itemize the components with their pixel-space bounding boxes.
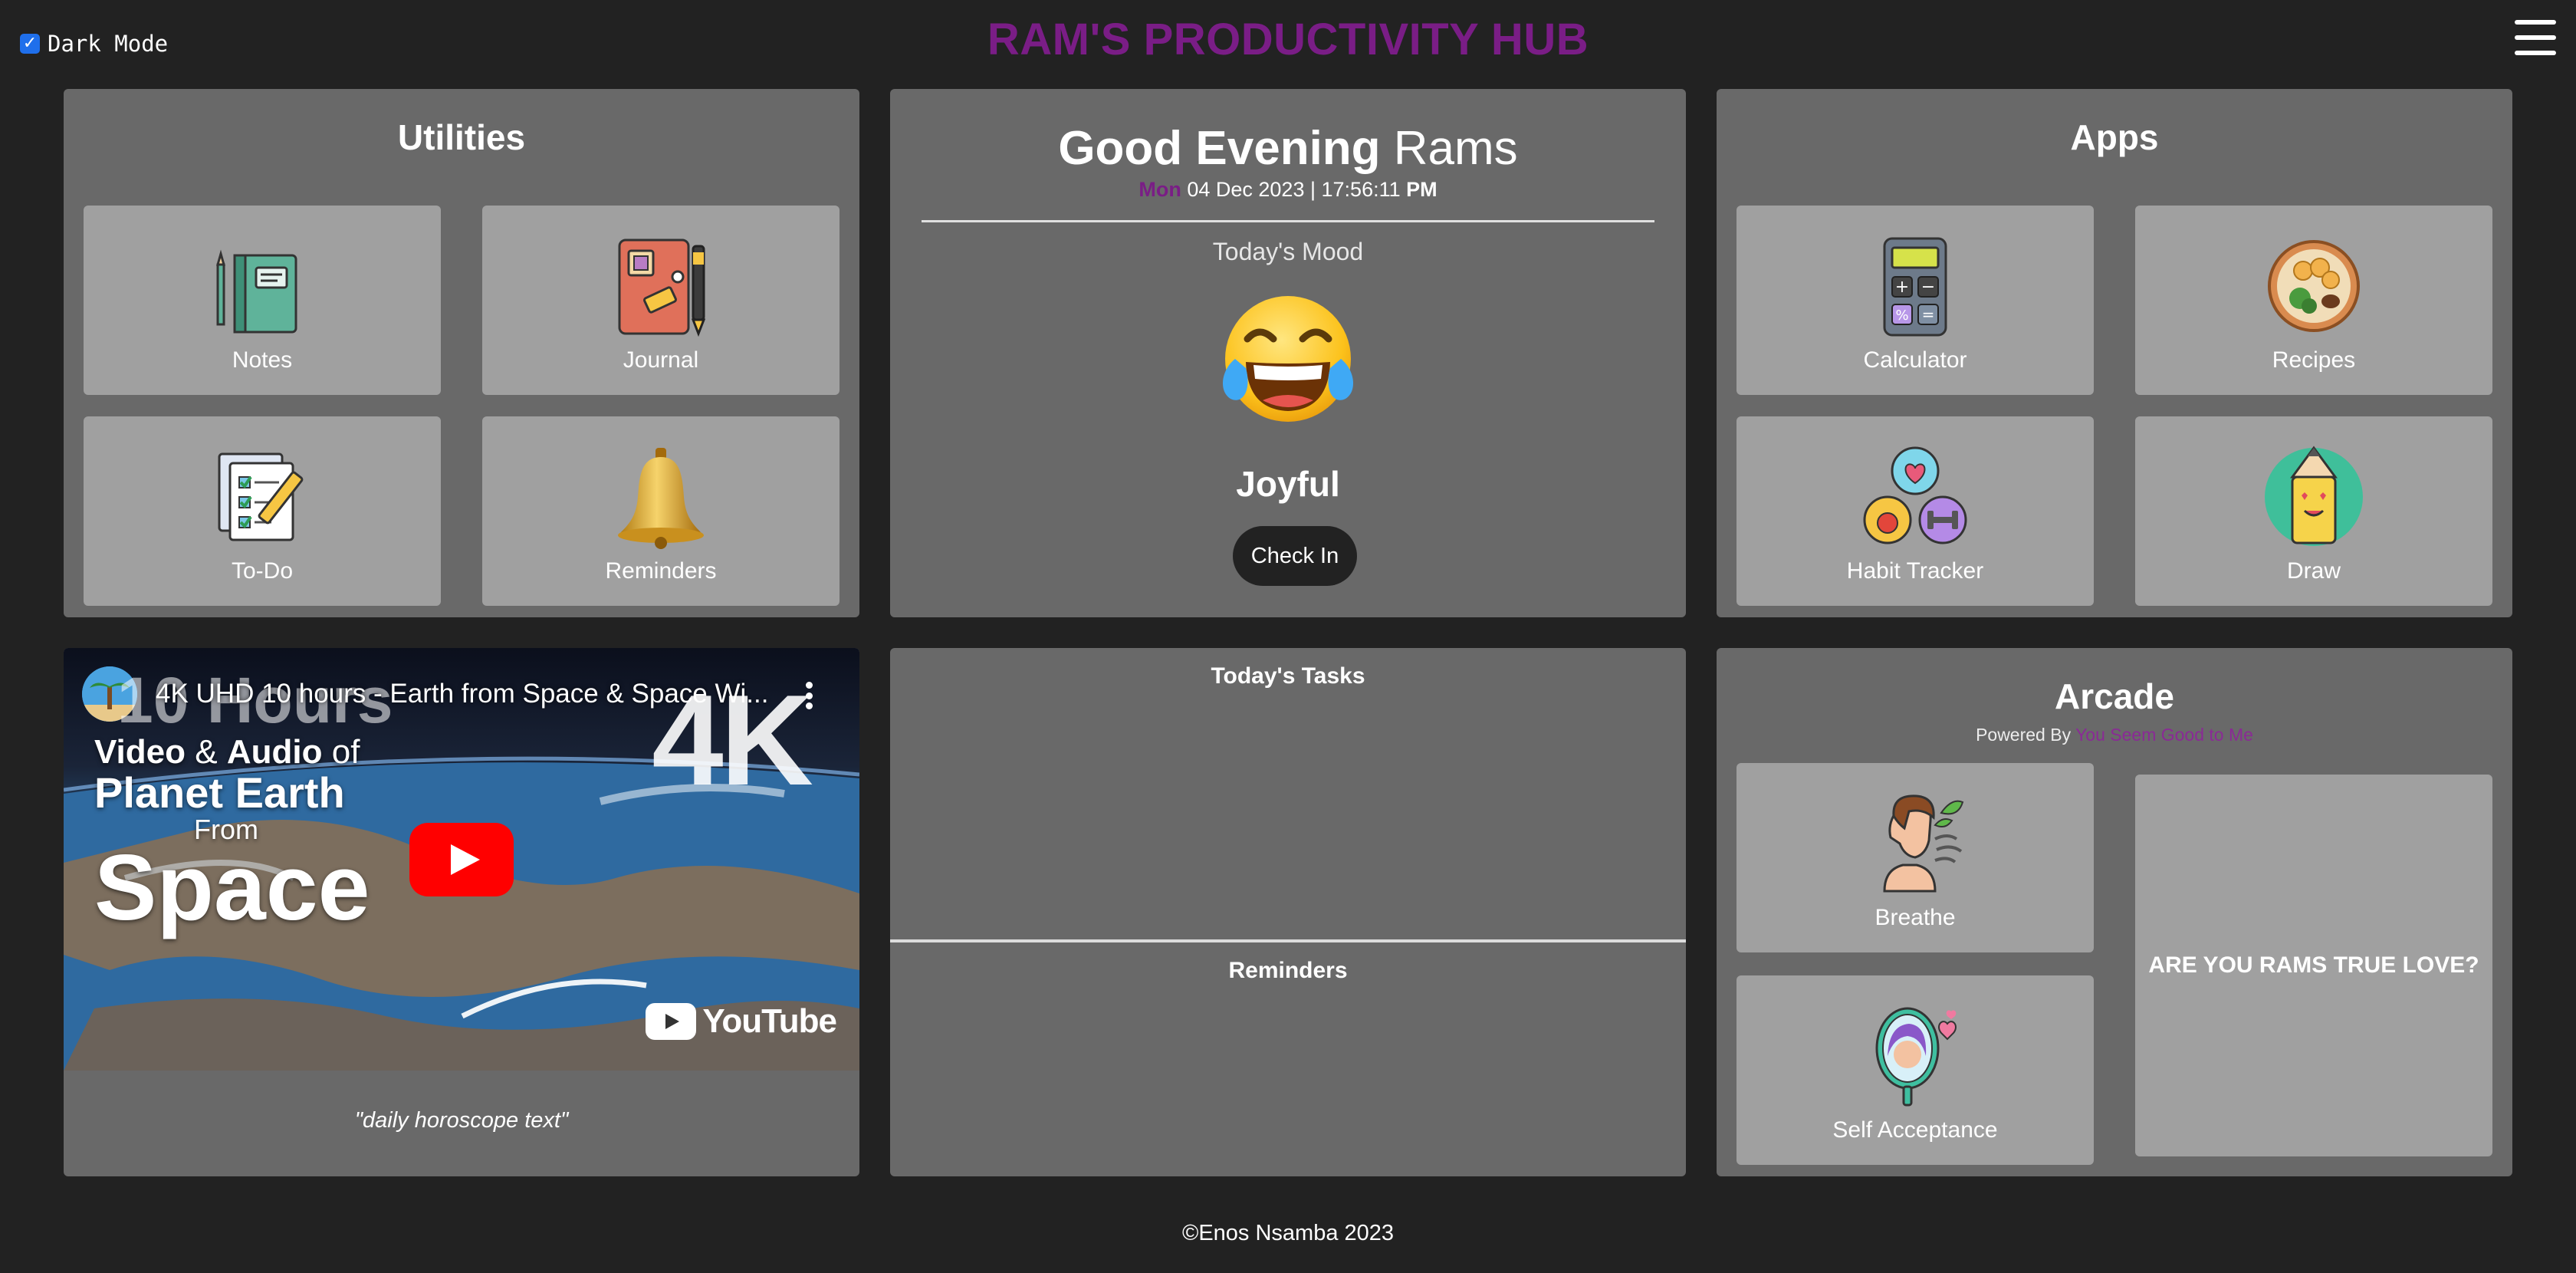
draw-tile[interactable]: Draw: [2135, 416, 2492, 606]
notebook-icon: [216, 249, 297, 334]
date-separator: |: [1309, 178, 1316, 201]
powered-by-prefix: Powered By: [1976, 725, 2072, 745]
mood-label: Joyful: [1236, 464, 1340, 504]
habit-tracker-label: Habit Tracker: [1846, 558, 1984, 584]
apps-title: Apps: [2070, 117, 2159, 157]
youtube-wordmark: YouTube: [702, 1002, 837, 1040]
powered-by-link[interactable]: You Seem Good to Me: [2075, 725, 2253, 745]
todo-tile[interactable]: To-Do: [84, 416, 441, 606]
check-in-button[interactable]: Check In: [1233, 526, 1357, 586]
svg-text:=: =: [1922, 305, 1935, 324]
footer-copyright: ©Enos Nsamba 2023: [1181, 1221, 1395, 1245]
am-pm: PM: [1406, 178, 1438, 201]
todays-tasks-title: Today's Tasks: [1211, 663, 1365, 689]
video-panel: 10 Hours 4K UHD 10 hours - Earth from Sp…: [64, 648, 859, 1176]
youtube-logo[interactable]: YouTube: [646, 1002, 837, 1041]
journal-tile[interactable]: Journal: [482, 206, 840, 395]
mood-title: Today's Mood: [1212, 238, 1364, 265]
draw-label: Draw: [2286, 558, 2341, 584]
powered-by: Powered By You Seem Good to Me: [1717, 725, 2512, 745]
recipes-tile[interactable]: Recipes: [2135, 206, 2492, 395]
greeting-salutation: Good Evening: [1058, 122, 1381, 175]
breathe-icon: [1883, 794, 1964, 893]
headline-space: Space: [94, 835, 370, 940]
mirror-icon: [1875, 1007, 1957, 1107]
greeting-heading: Good Evening Rams: [890, 121, 1686, 176]
headline-of: of: [331, 733, 360, 771]
youtube-icon: [646, 1003, 697, 1040]
video-4k-badge: 4K: [652, 668, 813, 812]
utilities-panel: Utilities Notes Journal To-Do Reminders: [64, 89, 859, 617]
svg-text:%: %: [1895, 308, 1908, 324]
horoscope-text: "daily horoscope text": [354, 1108, 569, 1133]
video-headline: Video & Audio of Planet Earth From Space: [94, 733, 370, 940]
youtube-embed[interactable]: 10 Hours 4K UHD 10 hours - Earth from Sp…: [64, 648, 859, 1071]
svg-text:+: +: [1895, 278, 1909, 297]
date-value: 04 Dec 2023: [1187, 178, 1305, 201]
pencil-face-icon: [2265, 446, 2363, 546]
checklist-icon: [218, 452, 304, 541]
headline-planet-earth: Planet Earth: [94, 768, 345, 817]
greeting-divider: [922, 220, 1654, 222]
arcade-title: Arcade: [2055, 676, 2174, 716]
calculator-label: Calculator: [1863, 347, 1967, 373]
notes-label: Notes: [232, 347, 293, 373]
day-of-week: Mon: [1138, 178, 1181, 201]
self-acceptance-tile[interactable]: Self Acceptance: [1737, 975, 2094, 1165]
headline-audio: Audio: [226, 733, 323, 771]
tasks-panel: Today's Tasks Reminders: [890, 648, 1686, 1176]
todo-label: To-Do: [231, 558, 294, 584]
breathe-tile[interactable]: Breathe: [1737, 763, 2094, 952]
utilities-title: Utilities: [397, 117, 526, 157]
calculator-tile[interactable]: + − % = Calculator: [1737, 206, 2094, 395]
headline-video: Video: [94, 733, 186, 771]
reminders-title: Reminders: [1228, 958, 1348, 983]
tasks-divider: [890, 939, 1686, 942]
apps-panel: Apps + − % = Calculator Recipes Habit Tr…: [1717, 89, 2512, 617]
breathe-label: Breathe: [1875, 905, 1956, 930]
food-bowl-icon: [2268, 240, 2360, 332]
true-love-tile[interactable]: ARE YOU RAMS TRUE LOVE?: [2135, 775, 2492, 1156]
journal-icon: [618, 238, 706, 337]
headline-amp: &: [195, 733, 218, 771]
habit-tracker-tile[interactable]: Habit Tracker: [1737, 416, 2094, 606]
play-button-icon[interactable]: [409, 823, 514, 896]
hamburger-menu-icon[interactable]: [2515, 20, 2556, 55]
date-time: Mon 04 Dec 2023 | 17:56:11 PM: [890, 178, 1686, 202]
greeting-panel: Good Evening Rams Mon 04 Dec 2023 | 17:5…: [890, 89, 1686, 617]
time-value: 17:56:11: [1321, 178, 1401, 201]
journal-label: Journal: [623, 347, 699, 373]
svg-text:−: −: [1921, 278, 1935, 297]
greeting-name: Rams: [1393, 122, 1518, 175]
page-title: RAM'S PRODUCTIVITY HUB: [987, 15, 1589, 64]
tears-of-joy-emoji[interactable]: [1215, 288, 1361, 434]
arcade-panel: Arcade Powered By You Seem Good to Me Br…: [1717, 648, 2512, 1176]
reminders-label: Reminders: [605, 558, 717, 584]
recipes-label: Recipes: [2272, 347, 2356, 373]
notes-tile[interactable]: Notes: [84, 206, 441, 395]
habit-icon: [1863, 446, 1967, 544]
bell-icon: [618, 448, 704, 549]
reminders-tile[interactable]: Reminders: [482, 416, 840, 606]
calculator-icon: + − % =: [1883, 237, 1947, 337]
self-acceptance-label: Self Acceptance: [1832, 1117, 1998, 1143]
